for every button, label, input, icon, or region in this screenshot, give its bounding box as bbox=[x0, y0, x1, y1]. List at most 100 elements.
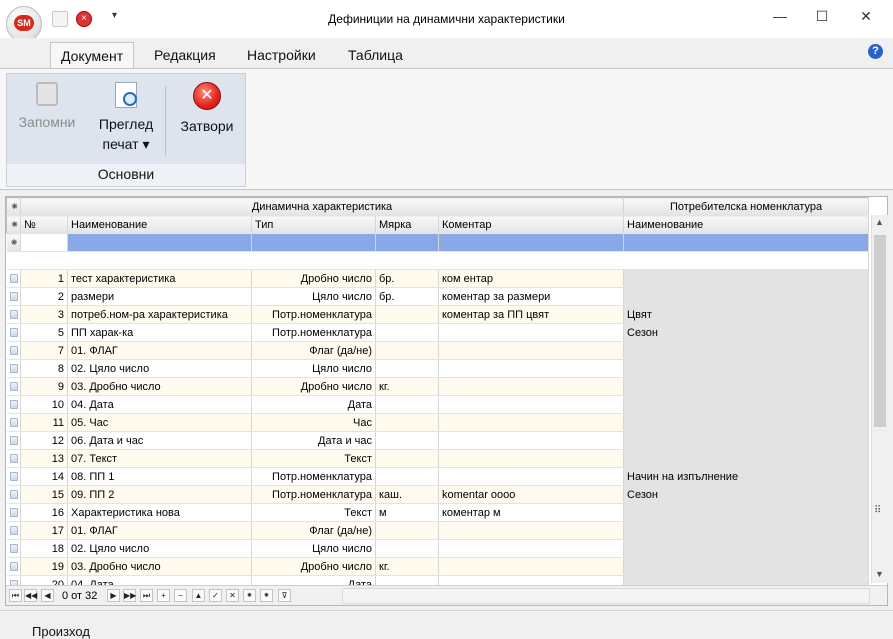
band-dynamic[interactable]: Динамична характеристика bbox=[19, 197, 625, 216]
cell-consumer-name[interactable] bbox=[623, 431, 870, 450]
scroll-down-icon[interactable]: ▼ bbox=[875, 569, 884, 579]
table-row[interactable]: 2 размери Цяло число бр. коментар за размери bbox=[6, 287, 870, 306]
row-button-icon[interactable] bbox=[9, 490, 18, 500]
table-row[interactable]: 16 Характеристика нова Текст м коментар м bbox=[6, 503, 870, 522]
column-header-type[interactable]: Тип bbox=[251, 215, 376, 234]
row-button-icon[interactable] bbox=[9, 508, 18, 518]
cell-type[interactable]: Потр.номенклатура bbox=[251, 485, 376, 504]
print-preview-button[interactable]: Преглед печат ▾ bbox=[91, 82, 161, 154]
refresh-icon[interactable]: ⁕ bbox=[243, 589, 256, 602]
next-record-icon[interactable]: ▶ bbox=[107, 589, 120, 602]
table-row[interactable]: 12 06. Дата и час Дата и час bbox=[6, 431, 870, 450]
cell-comment[interactable]: коментар за ПП цвят bbox=[438, 305, 625, 324]
cell-no[interactable]: 13 bbox=[20, 449, 68, 468]
scrollbar-thumb[interactable] bbox=[874, 235, 886, 427]
table-row[interactable]: 15 09. ПП 2 Потр.номенклатура каш. komentar … bbox=[6, 485, 870, 504]
cell-name[interactable]: размери bbox=[67, 287, 252, 306]
cell-comment[interactable] bbox=[438, 341, 625, 360]
cell-no[interactable]: 10 bbox=[20, 395, 68, 414]
scroll-up-icon[interactable]: ▲ bbox=[875, 217, 884, 227]
row-selector-icon[interactable] bbox=[6, 287, 21, 306]
filter-icon[interactable]: ⊽ bbox=[278, 589, 291, 602]
cell-name[interactable]: 02. Цяло число bbox=[67, 539, 252, 558]
cell-comment[interactable] bbox=[438, 395, 625, 414]
row-selector-icon[interactable] bbox=[6, 323, 21, 342]
cell-name[interactable]: 08. ПП 1 bbox=[67, 467, 252, 486]
cell-no[interactable]: 5 bbox=[20, 323, 68, 342]
row-selector-icon[interactable] bbox=[6, 395, 21, 414]
cell-name[interactable]: 01. ФЛАГ bbox=[67, 521, 252, 540]
cell-type[interactable]: Цяло число bbox=[251, 359, 376, 378]
close-button[interactable]: ✕ Затвори bbox=[171, 82, 243, 136]
cell-name[interactable]: потреб.ном-ра характеристика bbox=[67, 305, 252, 324]
cell-unit[interactable] bbox=[375, 431, 439, 450]
next-page-icon[interactable]: ▶▶ bbox=[123, 589, 136, 602]
cell-unit[interactable]: м bbox=[375, 503, 439, 522]
row-button-icon[interactable] bbox=[9, 400, 18, 410]
cell-consumer-name[interactable] bbox=[623, 449, 870, 468]
row-selector-icon[interactable] bbox=[6, 269, 21, 288]
row-selector-icon[interactable] bbox=[6, 503, 21, 522]
cell-name[interactable]: тест характеристика bbox=[67, 269, 252, 288]
cell-unit[interactable] bbox=[375, 521, 439, 540]
row-button-icon[interactable] bbox=[9, 328, 18, 338]
tab-edit[interactable]: Редакция bbox=[144, 42, 226, 68]
row-selector-icon[interactable] bbox=[6, 377, 21, 396]
cell-no[interactable]: 2 bbox=[20, 287, 68, 306]
cell-consumer-name[interactable] bbox=[623, 413, 870, 432]
cell-comment[interactable] bbox=[438, 557, 625, 576]
row-button-icon[interactable] bbox=[9, 364, 18, 374]
tab-table[interactable]: Таблица bbox=[338, 42, 413, 68]
table-row[interactable]: 17 01. ФЛАГ Флаг (да/не) bbox=[6, 521, 870, 540]
close-window-button[interactable]: ✕ bbox=[846, 4, 886, 30]
cell-no[interactable]: 18 bbox=[20, 539, 68, 558]
vertical-scrollbar[interactable]: ▲ ▼ bbox=[871, 215, 888, 583]
cell-unit[interactable] bbox=[375, 359, 439, 378]
cell-no[interactable]: 9 bbox=[20, 377, 68, 396]
cell-comment[interactable] bbox=[438, 359, 625, 378]
column-header-comment[interactable]: Коментар bbox=[437, 215, 625, 234]
cell-unit[interactable] bbox=[375, 341, 439, 360]
column-header-unit[interactable]: Мярка bbox=[375, 215, 439, 234]
cell-comment[interactable] bbox=[438, 539, 625, 558]
row-selector-icon[interactable] bbox=[6, 341, 21, 360]
row-button-icon[interactable] bbox=[9, 382, 18, 392]
row-selector-icon[interactable] bbox=[6, 449, 21, 468]
row-button-icon[interactable] bbox=[9, 346, 18, 356]
cell-comment[interactable] bbox=[438, 521, 625, 540]
row-button-icon[interactable] bbox=[9, 472, 18, 482]
cell-type[interactable]: Дробно число bbox=[251, 269, 376, 288]
prev-page-icon[interactable]: ◀◀ bbox=[24, 589, 37, 602]
tab-document[interactable]: Документ bbox=[50, 42, 135, 68]
cell-comment[interactable] bbox=[438, 467, 625, 486]
cell-consumer-name[interactable] bbox=[623, 503, 870, 522]
table-row[interactable]: 1 тест характеристика Дробно число бр. ком е… bbox=[6, 269, 870, 288]
cell-unit[interactable] bbox=[375, 539, 439, 558]
cell-no[interactable]: 19 bbox=[20, 557, 68, 576]
cell-name[interactable]: 05. Час bbox=[67, 413, 252, 432]
cell-no[interactable]: 7 bbox=[20, 341, 68, 360]
cell-unit[interactable] bbox=[375, 323, 439, 342]
column-header-consumer-name[interactable]: Наименование bbox=[623, 215, 870, 234]
cell-no[interactable]: 14 bbox=[20, 467, 68, 486]
row-selector-icon[interactable] bbox=[6, 467, 21, 486]
cell-consumer-name[interactable] bbox=[623, 287, 870, 306]
row-selector-icon[interactable] bbox=[6, 413, 21, 432]
cell-comment[interactable] bbox=[438, 377, 625, 396]
cell-no[interactable]: 11 bbox=[20, 413, 68, 432]
cell-type[interactable]: Потр.номенклатура bbox=[251, 305, 376, 324]
column-header-name[interactable]: Наименование bbox=[67, 215, 252, 234]
table-row[interactable]: 18 02. Цяло число Цяло число bbox=[6, 539, 870, 558]
cell-no[interactable]: 12 bbox=[20, 431, 68, 450]
cell-comment[interactable] bbox=[438, 323, 625, 342]
cell-name[interactable]: Характеристика нова bbox=[67, 503, 252, 522]
cell-type[interactable]: Час bbox=[251, 413, 376, 432]
table-row[interactable]: 3 потреб.ном-ра характеристика Потр.номенк… bbox=[6, 305, 870, 324]
cell-type[interactable]: Флаг (да/не) bbox=[251, 341, 376, 360]
row-selector-icon[interactable] bbox=[6, 521, 21, 540]
cancel-record-icon[interactable]: ✕ bbox=[226, 589, 239, 602]
tab-settings[interactable]: Настройки bbox=[237, 42, 326, 68]
cell-no[interactable]: 15 bbox=[20, 485, 68, 504]
cell-consumer-name[interactable]: Начин на изпълнение bbox=[623, 467, 870, 486]
cell-no[interactable]: 8 bbox=[20, 359, 68, 378]
